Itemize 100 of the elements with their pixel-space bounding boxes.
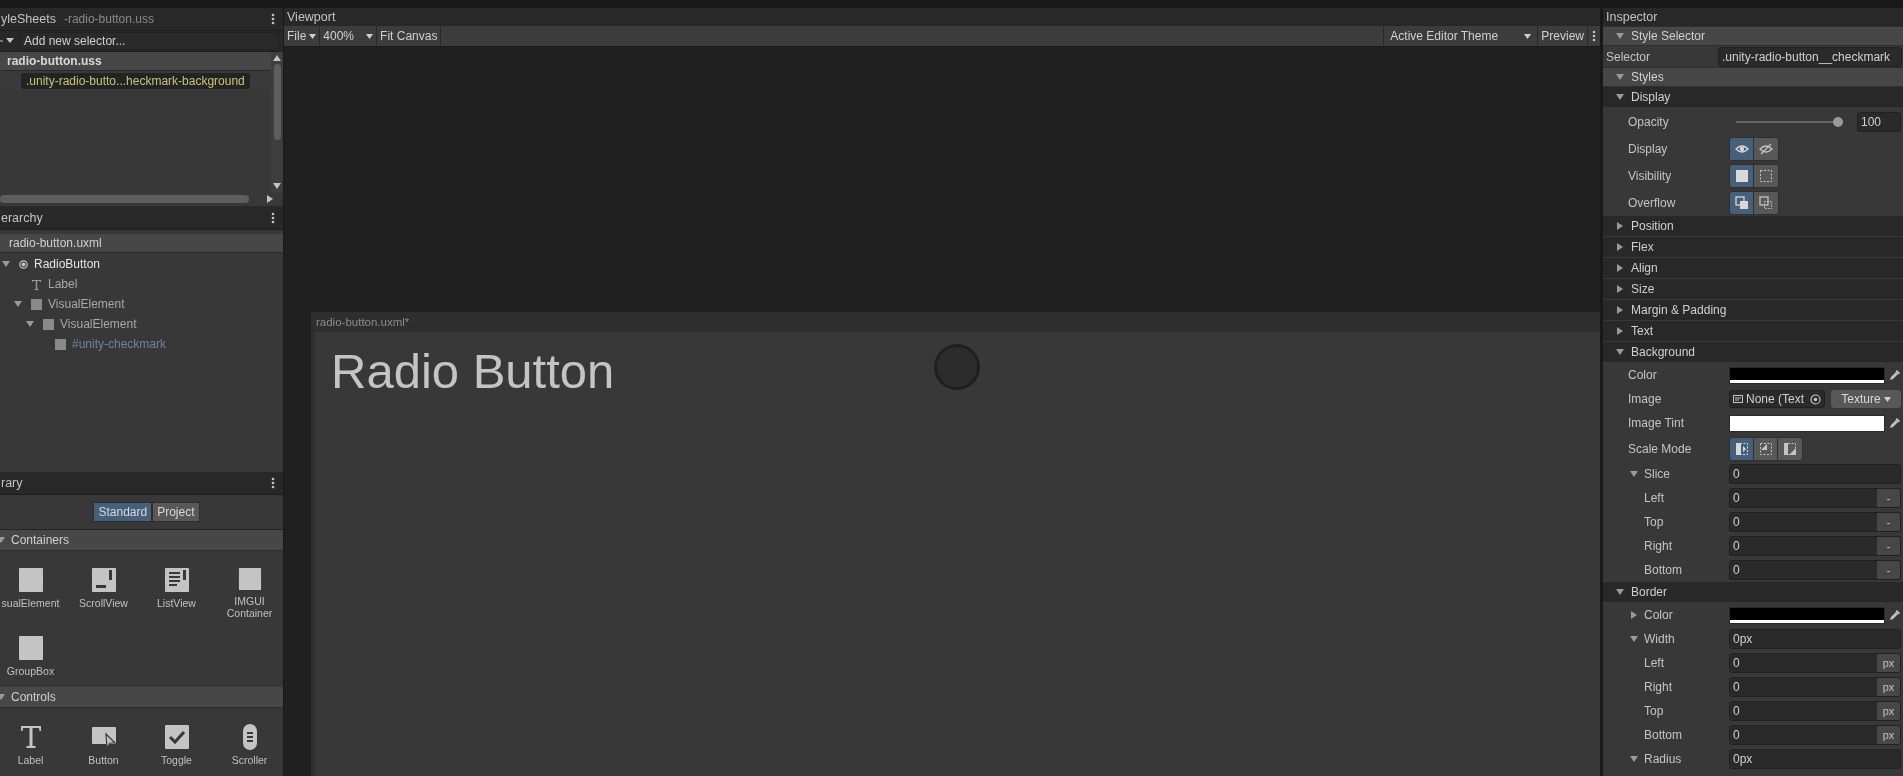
section-header[interactable]: Size [1603, 279, 1903, 300]
section-header[interactable]: Border [1603, 582, 1903, 603]
library-item-label[interactable]: GroupBox [0, 665, 61, 677]
more-options-icon[interactable] [1592, 30, 1596, 42]
stylesheet-file[interactable]: radio-button.uss [0, 52, 271, 71]
selector-item[interactable]: .unity-radio-butto...heckmark-background [21, 73, 250, 89]
vertical-scrollbar[interactable] [271, 52, 283, 192]
horizontal-scrollbar[interactable] [0, 192, 283, 207]
section-header[interactable]: Text [1603, 321, 1903, 342]
expanded-arrow-icon[interactable] [1616, 348, 1624, 356]
toggle-button[interactable] [1754, 164, 1778, 187]
collapsed-arrow-icon[interactable] [1616, 222, 1624, 230]
section-header[interactable]: Margin & Padding [1603, 300, 1903, 321]
scroll-down-icon[interactable] [273, 183, 281, 189]
more-options-icon[interactable] [271, 477, 275, 489]
object-picker-icon[interactable] [1810, 393, 1821, 405]
theme-dropdown[interactable]: Active Editor Theme [1383, 26, 1539, 46]
library-section-header[interactable]: Controls [0, 687, 283, 708]
clipped-squares-icon [1759, 195, 1773, 210]
collapsed-arrow-icon[interactable] [1616, 306, 1624, 314]
section-header[interactable]: Display [1603, 87, 1903, 108]
expanded-arrow-icon[interactable] [1630, 755, 1638, 763]
crop-icon [1758, 441, 1773, 456]
radio-button[interactable] [934, 344, 980, 390]
expanded-arrow-icon[interactable] [2, 260, 10, 268]
toggle-button[interactable] [1730, 137, 1754, 160]
expanded-arrow-icon[interactable] [1616, 588, 1624, 596]
section-header[interactable]: Flex [1603, 237, 1903, 258]
number-field[interactable]: 100 [1857, 111, 1901, 132]
toggle-button[interactable] [1754, 191, 1778, 214]
tree-item-label[interactable]: VisualElement [48, 297, 125, 311]
library-item-label[interactable]: sualElement [0, 597, 61, 609]
library-tab[interactable]: Standard [93, 502, 153, 522]
toggle-button[interactable] [1730, 437, 1754, 460]
expanded-arrow-icon[interactable] [1616, 32, 1624, 40]
tree-item-label[interactable]: VisualElement [60, 317, 137, 331]
section-header[interactable]: Style Selector [1603, 26, 1903, 46]
expanded-arrow-icon[interactable] [1630, 470, 1638, 478]
collapsed-arrow-icon[interactable] [1630, 611, 1638, 619]
collapsed-arrow-icon[interactable] [1616, 285, 1624, 293]
eyedropper-icon[interactable] [1889, 609, 1901, 621]
library-item-label[interactable]: Scroller [219, 754, 280, 766]
object-field[interactable]: None (Text [1729, 390, 1825, 408]
toggle-button[interactable] [1754, 137, 1778, 160]
section-title: Margin & Padding [1631, 303, 1727, 317]
value-field[interactable]: 0 [1730, 465, 1900, 483]
radio-icon [19, 259, 28, 269]
panel-title: Inspector [1605, 10, 1658, 24]
value-field[interactable]: 0px [1730, 750, 1900, 768]
library-item-label[interactable]: Toggle [146, 754, 207, 766]
panel-title: yleSheets [0, 12, 56, 26]
value-field[interactable]: 0px [1730, 630, 1900, 648]
text-icon [31, 278, 42, 290]
tree-item-label[interactable]: Label [48, 277, 78, 291]
section-header[interactable]: Background [1603, 342, 1903, 363]
collapsed-arrow-icon[interactable] [1616, 327, 1624, 335]
add-selector-field[interactable]: Add new selector... [19, 32, 279, 50]
expanded-arrow-icon[interactable] [1630, 635, 1638, 643]
expanded-arrow-icon[interactable] [14, 300, 22, 308]
library-item-label[interactable]: Label [0, 754, 61, 766]
scroll-up-icon[interactable] [273, 55, 281, 61]
property-label: Right [1644, 680, 1672, 694]
toggle-button[interactable] [1754, 437, 1778, 460]
document-header[interactable]: radio-button.uxml [0, 234, 283, 253]
panel-title: erarchy [0, 211, 43, 225]
library-item-label[interactable]: Button [73, 754, 134, 766]
color-swatch[interactable] [1729, 366, 1885, 384]
library-tab[interactable]: Project [152, 502, 200, 522]
section-title: Styles [1631, 70, 1664, 84]
texture-dropdown[interactable]: Texture [1831, 390, 1901, 408]
toggle-button[interactable] [1778, 437, 1802, 460]
section-header[interactable]: Styles [1603, 67, 1903, 87]
section-header[interactable]: Position [1603, 216, 1903, 237]
property-label: Image Tint [1628, 416, 1685, 430]
dropdown-caret-icon[interactable] [0, 37, 16, 45]
library-section-header[interactable]: Containers [0, 530, 283, 551]
library-item-label[interactable]: IMGUI Container [219, 595, 280, 619]
selector-field[interactable]: .unity-radio-button__checkmark [1718, 46, 1902, 67]
library-item-label[interactable]: ListView [146, 597, 207, 609]
square-icon [17, 567, 44, 593]
toggle-button[interactable] [1730, 191, 1754, 214]
eyedropper-icon[interactable] [1889, 417, 1901, 429]
eyedropper-icon[interactable] [1889, 369, 1901, 381]
expanded-arrow-icon[interactable] [26, 320, 34, 328]
tree-item-label[interactable]: RadioButton [34, 257, 101, 271]
color-swatch[interactable] [1729, 414, 1885, 432]
toggle-button[interactable] [1730, 164, 1754, 187]
section-title: Align [1631, 261, 1658, 275]
zoom-dropdown[interactable]: 400% [320, 26, 378, 46]
color-swatch[interactable] [1729, 606, 1885, 624]
more-options-icon[interactable] [271, 13, 275, 25]
scroll-right-icon[interactable] [267, 195, 273, 203]
section-header[interactable]: Align [1603, 258, 1903, 279]
canvas[interactable]: radio-button.uxml* Radio Button [311, 312, 1600, 776]
expanded-arrow-icon[interactable] [1616, 93, 1624, 101]
collapsed-arrow-icon[interactable] [1616, 264, 1624, 272]
collapsed-arrow-icon[interactable] [1616, 243, 1624, 251]
more-options-icon[interactable] [271, 212, 275, 224]
library-item-label[interactable]: ScrollView [73, 597, 134, 609]
expanded-arrow-icon[interactable] [1616, 73, 1624, 81]
